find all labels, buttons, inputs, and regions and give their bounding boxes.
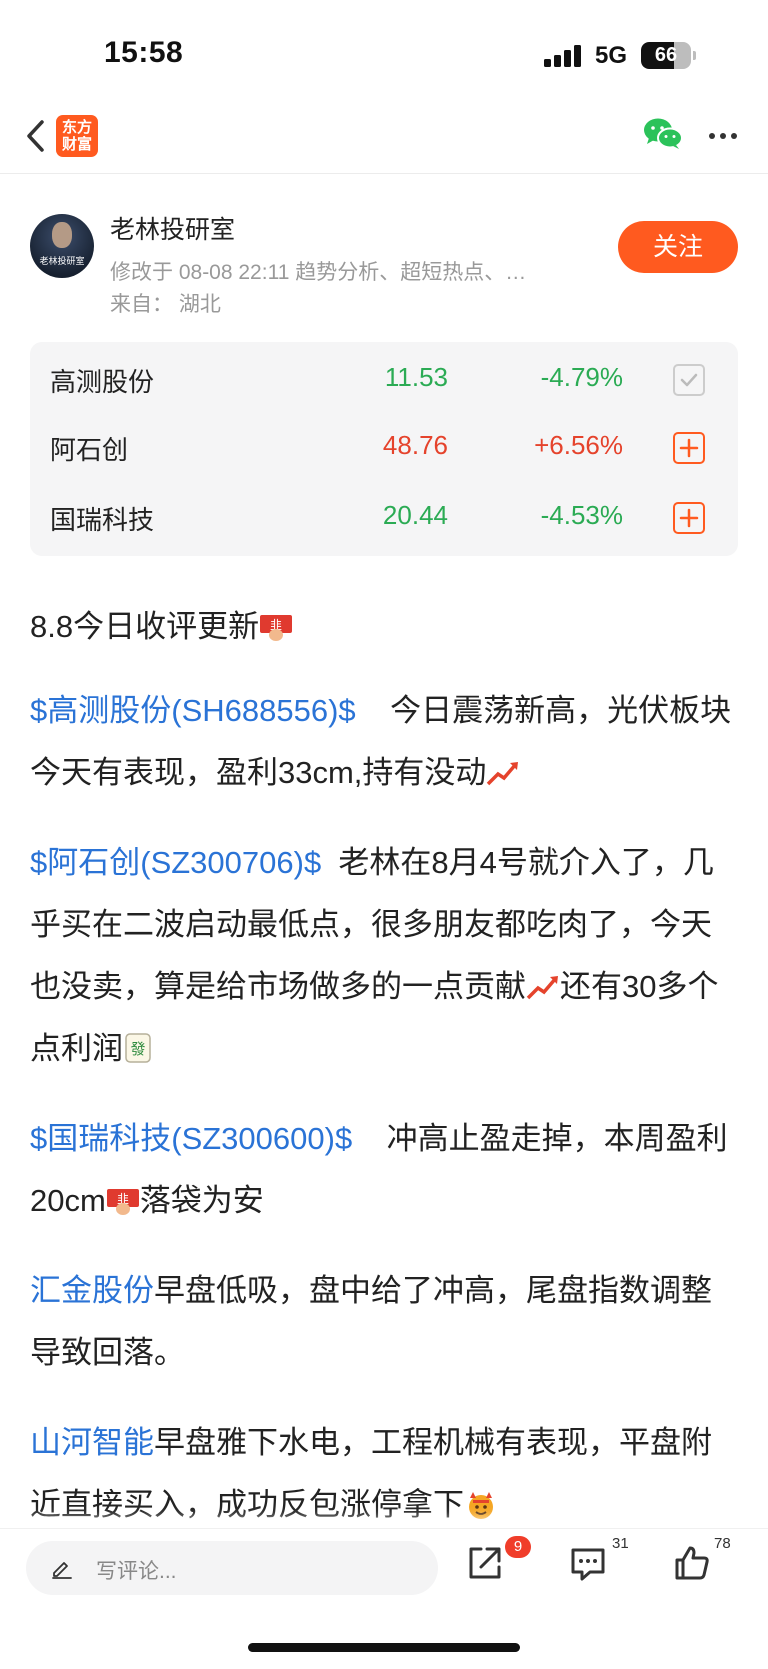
stock-price: 11.53 xyxy=(384,362,448,392)
article-paragraph: $阿石创(SZ300706)$ 老林在8月4号就介入了，几乎买在二波启动最低点，… xyxy=(30,832,738,1080)
stock-row[interactable]: 高测股份 11.53 -4.79% xyxy=(30,344,738,414)
stock-name: 国瑞科技 xyxy=(50,505,155,535)
trend-up-emoji xyxy=(526,961,560,1000)
article-body: 8.8今日收评更新韭 $高测股份(SH688556)$ 今日震荡新高，光伏板块今… xyxy=(30,592,738,1564)
stock-link[interactable]: $国瑞科技(SZ300600)$ xyxy=(30,1121,352,1156)
stock-change: -4.53% xyxy=(540,500,623,530)
share-badge: 9 xyxy=(505,1536,531,1558)
stock-price: 48.76 xyxy=(382,430,448,460)
battery-icon: 66 xyxy=(641,42,691,69)
logo-line2: 财富 xyxy=(61,135,92,153)
pencil-icon xyxy=(50,1556,74,1580)
plus-square-icon[interactable] xyxy=(673,432,705,464)
stock-row[interactable]: 阿石创 48.76 +6.56% xyxy=(30,412,738,482)
stock-row[interactable]: 国瑞科技 20.44 -4.53% xyxy=(30,482,738,552)
home-indicator xyxy=(248,1643,520,1652)
paragraph-text: 落袋为安 xyxy=(139,1183,264,1218)
comment-count: 31 xyxy=(612,1535,629,1552)
wechat-icon[interactable] xyxy=(643,117,683,151)
follow-button[interactable]: 关注 xyxy=(618,221,738,273)
stock-change: -4.79% xyxy=(540,362,623,392)
comment-input[interactable]: 写评论... xyxy=(26,1541,438,1595)
app-logo: 东方 财富 xyxy=(56,115,98,157)
article-paragraph: 汇金股份早盘低吸，盘中给了冲高，尾盘指数调整导致回落。 xyxy=(30,1260,738,1384)
related-stocks-card: 高测股份 11.53 -4.79% 阿石创 48.76 +6.56% 国瑞科技 … xyxy=(30,342,738,556)
comment-icon xyxy=(571,1548,605,1581)
stock-price: 20.44 xyxy=(382,500,448,530)
share-icon xyxy=(469,1547,501,1579)
devil-emoji xyxy=(464,1479,498,1519)
post-location: 来自： 湖北 xyxy=(110,293,221,316)
comment-button[interactable] xyxy=(568,1543,618,1589)
avatar[interactable]: 老林投研室 xyxy=(30,214,94,278)
status-time: 15:58 xyxy=(104,36,184,69)
avatar-face xyxy=(52,222,72,248)
thumbs-up-icon xyxy=(675,1546,709,1580)
stock-name: 阿石创 xyxy=(50,435,129,465)
article-paragraph: 8.8今日收评更新韭 xyxy=(30,592,738,662)
comment-placeholder: 写评论... xyxy=(96,1560,177,1583)
more-horizontal-icon[interactable] xyxy=(707,124,739,148)
stock-name: 高测股份 xyxy=(50,367,155,397)
signal-icon xyxy=(544,45,584,67)
avatar-caption: 老林投研室 xyxy=(39,257,85,267)
article-paragraph: 山河智能早盘雅下水电，工程机械有表现，平盘附近直接买入，成功反包涨停拿下 xyxy=(30,1412,738,1536)
bottom-action-bar: 写评论... 9 31 78 xyxy=(0,1528,768,1669)
logo-line1: 东方 xyxy=(61,118,92,136)
nav-bar: 东方 财富 xyxy=(0,100,768,174)
network-label: 5G xyxy=(595,42,628,69)
check-square-icon[interactable] xyxy=(673,364,705,396)
stock-link[interactable]: 汇金股份 xyxy=(30,1273,154,1308)
article-heading: 8.8今日收评更新 xyxy=(30,609,260,644)
svg-text:發: 發 xyxy=(130,1040,145,1058)
stock-change: +6.56% xyxy=(534,430,623,460)
money-emoji: 韭 xyxy=(259,597,293,641)
chevron-left-icon[interactable] xyxy=(22,116,52,156)
article-paragraph: $高测股份(SH688556)$ 今日震荡新高，光伏板块今天有表现，盈利33cm… xyxy=(30,680,738,804)
article-paragraph: $国瑞科技(SZ300600)$ 冲高止盈走掉，本周盈利20cm 韭落袋为安 xyxy=(30,1108,738,1232)
trend-up-emoji xyxy=(486,747,520,786)
author-name[interactable]: 老林投研室 xyxy=(110,210,235,246)
battery-level: 66 xyxy=(654,44,678,66)
battery-tip xyxy=(693,51,696,60)
author-header: 老林投研室 老林投研室 修改于 08-08 22:11 趋势分析、超短热点、… … xyxy=(30,208,738,318)
post-meta: 修改于 08-08 22:11 趋势分析、超短热点、… xyxy=(110,261,527,284)
stock-link[interactable]: $高测股份(SH688556)$ xyxy=(30,693,356,728)
money-emoji: 韭 xyxy=(106,1175,140,1215)
stock-link[interactable]: $阿石创(SZ300706)$ xyxy=(30,845,321,880)
mahjong-fa-emoji: 發 xyxy=(123,1023,157,1063)
plus-square-icon[interactable] xyxy=(673,502,705,534)
stock-link[interactable]: 山河智能 xyxy=(30,1425,154,1460)
status-bar: 15:58 5G 66 xyxy=(0,0,768,100)
like-count: 78 xyxy=(714,1535,731,1552)
